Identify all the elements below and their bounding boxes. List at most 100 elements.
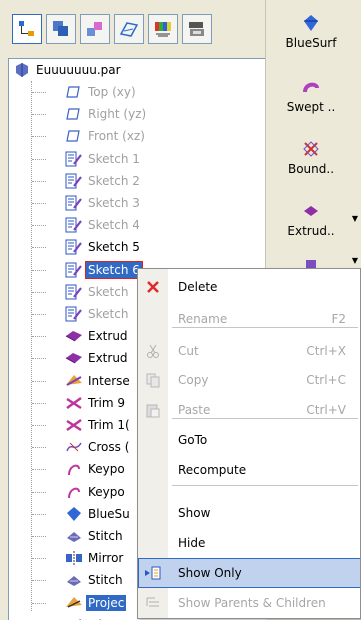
tree-item[interactable]: Keypo — [65, 458, 127, 480]
extrude-button[interactable]: Extrud.. ▼ — [266, 192, 358, 248]
trim-icon — [65, 416, 83, 434]
tab-curves[interactable] — [114, 14, 144, 44]
tree-item[interactable]: Keypo — [65, 481, 127, 503]
menu-item-delete[interactable]: Delete — [138, 272, 360, 302]
tree-root-label: Euuuuuuu.par — [36, 63, 121, 77]
tree-connector — [32, 291, 46, 293]
tree-tab-bar — [0, 0, 265, 58]
tree-item[interactable]: Sketch 2 — [65, 170, 142, 192]
tree-item[interactable]: Right (yz) — [65, 103, 148, 125]
tree-item[interactable]: Extrud — [65, 347, 130, 369]
menu-item-label: Paste — [178, 403, 211, 417]
tree-item[interactable]: Extrud — [65, 325, 130, 347]
tree-item-label: Right (yz) — [88, 107, 147, 122]
tab-materials[interactable] — [148, 14, 178, 44]
dropdown-arrow-icon[interactable]: ▼ — [352, 256, 358, 265]
tree-item[interactable]: Sketch 5 — [65, 236, 142, 258]
tree-item-label: Sketch 5 — [88, 240, 140, 255]
tree-item[interactable]: Sketch 1 — [65, 148, 142, 170]
sketch-icon — [65, 150, 83, 168]
menu-item-rename[interactable]: Rename F2 — [138, 304, 360, 334]
tree-item[interactable]: Sketch — [65, 303, 130, 325]
parents-children-icon — [138, 595, 168, 611]
tree-item[interactable]: Front (xz) — [65, 125, 147, 147]
menu-item-paste[interactable]: Paste Ctrl+V — [138, 395, 360, 425]
tree-item-label: Sketch 3 — [88, 196, 140, 210]
tree-item[interactable]: Trim 1( — [65, 414, 132, 436]
tree-item-label: Extrud — [88, 329, 128, 344]
menu-item-hide[interactable]: Hide — [138, 528, 360, 558]
menu-item-show-only[interactable]: Show Only — [138, 558, 360, 588]
tree-item[interactable]: Top (xy) — [65, 81, 138, 103]
stitch-icon — [65, 527, 83, 545]
tree-connector — [31, 81, 32, 611]
context-menu: Delete Rename F2 Cut Ctrl+X Copy Ctrl+C Paste Ct… — [137, 268, 361, 619]
tree-connector — [32, 469, 46, 471]
menu-item-label: Show Only — [178, 566, 242, 580]
tree-connector — [32, 269, 46, 271]
swept-label: Swept .. — [286, 100, 336, 114]
tree-item[interactable]: Sketch 4 — [65, 214, 142, 236]
tree-item-label: Sketch — [88, 307, 129, 321]
tree-connector — [32, 180, 46, 182]
tree-item[interactable]: Stitch — [65, 569, 125, 591]
menu-item-recompute[interactable]: Recompute — [138, 455, 360, 485]
tree-item[interactable]: Trim 1 — [65, 614, 127, 620]
tree-item-label: Projec — [86, 594, 127, 611]
tree-item-label: Front (xz) — [88, 129, 145, 144]
tree-item-label: Sketch 4 — [88, 218, 140, 233]
menu-item-show[interactable]: Show — [138, 498, 360, 528]
menu-shortcut: Ctrl+V — [306, 403, 346, 417]
tree-item[interactable]: Trim 9 — [65, 392, 127, 414]
copy-icon — [138, 372, 168, 388]
menu-item-show-parents-children[interactable]: Show Parents & Children — [138, 588, 360, 618]
tree-connector — [32, 536, 46, 537]
tree-connector — [32, 425, 46, 426]
tree-item-label: Stitch — [88, 529, 123, 543]
tree-connector — [32, 447, 46, 449]
menu-shortcut: Ctrl+C — [306, 373, 346, 387]
menu-item-label: Hide — [178, 536, 206, 550]
tab-layers[interactable] — [46, 14, 76, 44]
tree-connector — [32, 225, 46, 227]
tree-item[interactable]: Sketch — [65, 281, 130, 303]
menu-item-cut[interactable]: Cut Ctrl+X — [138, 336, 360, 366]
tree-item[interactable]: Cross ( — [65, 436, 131, 458]
tree-item[interactable]: Stitch — [65, 525, 125, 547]
tree-item[interactable]: Interse — [65, 370, 132, 392]
tree-connector — [32, 380, 46, 382]
menu-item-goto[interactable]: GoTo — [138, 425, 360, 455]
menu-item-label: Cut — [178, 344, 199, 358]
menu-item-label: GoTo — [178, 433, 208, 447]
menu-item-copy[interactable]: Copy Ctrl+C — [138, 365, 360, 395]
swept-button[interactable]: Swept .. — [266, 68, 356, 124]
sketch-icon — [65, 238, 83, 256]
tree-connector — [32, 203, 46, 204]
tree-item[interactable]: BlueSu — [65, 503, 132, 525]
tab-views[interactable] — [182, 14, 212, 44]
tab-feature-tree[interactable] — [12, 14, 42, 44]
tree-item[interactable]: Projec — [65, 592, 127, 614]
extrude-icon — [65, 349, 83, 367]
sketch-icon — [65, 305, 83, 323]
tree-item[interactable]: Sketch 6 — [65, 259, 143, 281]
extrude-icon — [304, 206, 318, 216]
sketch-icon — [65, 172, 83, 190]
tree-connector — [32, 558, 46, 560]
swept-icon — [303, 82, 319, 93]
tree-item-label: Sketch 2 — [88, 173, 140, 188]
tree-root[interactable]: Euuuuuuu.par — [13, 59, 123, 81]
intersect-icon — [65, 372, 83, 390]
mirror-icon — [65, 549, 83, 567]
bounded-button[interactable]: Bound.. — [266, 130, 356, 186]
bluesurf-button[interactable]: BlueSurf — [266, 4, 356, 60]
tree-connector — [32, 580, 46, 582]
tree-item-label: BlueSu — [88, 506, 130, 521]
tree-connector — [32, 513, 46, 515]
tab-groups[interactable] — [80, 14, 110, 44]
tree-item[interactable]: Mirror — [65, 547, 125, 569]
dropdown-arrow-icon[interactable]: ▼ — [352, 214, 358, 223]
tree-item[interactable]: Sketch 3 — [65, 192, 142, 214]
menu-item-label: Delete — [178, 280, 218, 294]
bluesurf-icon — [304, 15, 318, 31]
